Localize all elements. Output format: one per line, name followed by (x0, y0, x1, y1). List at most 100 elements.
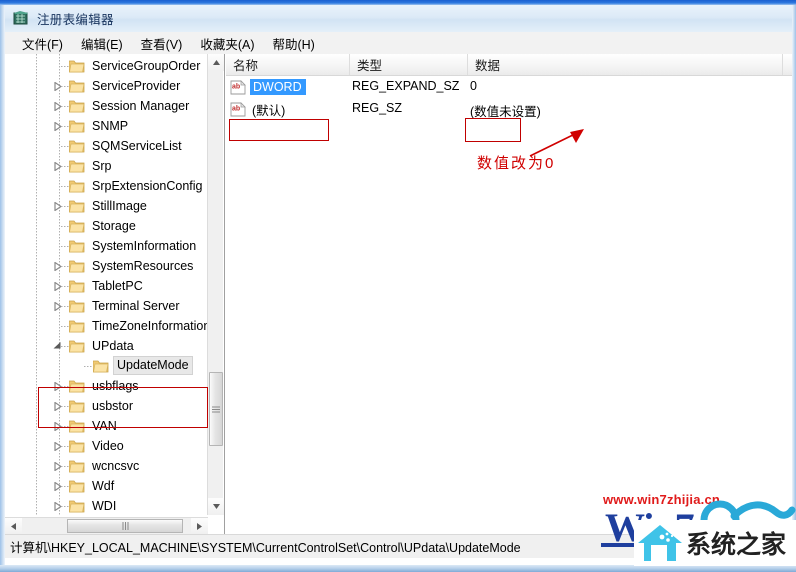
tree-item-stillimage[interactable]: StillImage (5, 196, 208, 216)
folder-icon (68, 279, 85, 293)
tree-item-label: Storage (92, 219, 136, 233)
tree-item-storage[interactable]: Storage (5, 216, 208, 236)
menu-item-view[interactable]: 查看(V) (132, 32, 192, 55)
registry-tree: ServiceGroupOrder ServiceProvider Session … (5, 54, 208, 515)
folder-icon (68, 459, 85, 473)
string-value-icon: ab (230, 101, 246, 117)
folder-icon (68, 79, 85, 93)
tree-item-label: TabletPC (92, 279, 143, 293)
tree-item-usbstor[interactable]: usbstor (5, 396, 208, 416)
vertical-scroll-thumb[interactable] (209, 372, 223, 446)
menu-item-file[interactable]: 文件(F) (13, 32, 72, 55)
tree-item-label: Terminal Server (92, 299, 180, 313)
window-bottom-border (0, 565, 796, 572)
scroll-grip-icon (122, 522, 128, 530)
house-logo-icon (638, 525, 682, 561)
value-type-text: REG_SZ (352, 101, 403, 115)
window-right-border (792, 5, 796, 565)
folder-icon (68, 119, 85, 133)
tree-item-session-manager[interactable]: Session Manager (5, 96, 208, 116)
tree-item-label: Srp (92, 159, 112, 173)
folder-icon (68, 379, 85, 393)
folder-icon (68, 339, 85, 353)
tree-item-label: UpdateMode (113, 356, 193, 375)
scroll-up-button[interactable] (208, 54, 224, 71)
menu-item-help[interactable]: 帮助(H) (263, 32, 323, 55)
folder-icon (68, 479, 85, 493)
folder-icon (68, 179, 85, 193)
string-value-icon: ab (230, 79, 246, 95)
tree-item-label: usbstor (92, 399, 133, 413)
tree-item-sqmservicelist[interactable]: SQMServiceList (5, 136, 208, 156)
folder-icon (68, 299, 85, 313)
tree-item-tabletpc[interactable]: TabletPC (5, 276, 208, 296)
folder-icon (68, 219, 85, 233)
tree-item-label: TimeZoneInformation (92, 319, 208, 333)
column-header-name[interactable]: 名称 (226, 54, 350, 75)
tree-item-timezoneinformation[interactable]: TimeZoneInformation (5, 316, 208, 336)
tree-item-updatemode[interactable]: UpdateMode (5, 356, 208, 376)
tree-item-snmp[interactable]: SNMP (5, 116, 208, 136)
tree-item-systemresources[interactable]: SystemResources (5, 256, 208, 276)
tree-item-label: ServiceGroupOrder (92, 59, 201, 73)
horizontal-scroll-thumb[interactable] (67, 519, 183, 533)
tree-item-terminal-server[interactable]: Terminal Server (5, 296, 208, 316)
value-name-cell[interactable]: ab DWORD (230, 78, 306, 96)
scroll-down-button[interactable] (208, 498, 224, 515)
tree-item-label: Wdf (92, 479, 115, 493)
tree-item-label: SystemInformation (92, 239, 197, 253)
scroll-left-button[interactable] (5, 518, 22, 534)
values-list-pane: 名称 类型 数据 ab DWORD REG_EXPAND_SZ 0 ab (默认) REG_… (226, 54, 792, 534)
tree-item-label: usbflags (92, 379, 139, 393)
column-header-filler (783, 54, 792, 75)
value-row[interactable]: ab DWORD REG_EXPAND_SZ 0 (226, 76, 792, 98)
folder-icon (68, 99, 85, 113)
tree-item-usbflags[interactable]: usbflags (5, 376, 208, 396)
folder-icon (92, 359, 109, 373)
watermark-logo: 系统之家 (634, 520, 796, 566)
tree-item-label: SQMServiceList (92, 139, 182, 153)
tree-item-servicegrouporder[interactable]: ServiceGroupOrder (5, 56, 208, 76)
tree-item-label: StillImage (92, 199, 147, 213)
value-name-cell[interactable]: ab (默认) (230, 100, 287, 118)
tree-item-wcncsvc[interactable]: wcncsvc (5, 456, 208, 476)
value-name-text: DWORD (250, 79, 306, 95)
svg-text:ab: ab (232, 105, 240, 112)
registry-tree-pane: ServiceGroupOrder ServiceProvider Session … (5, 54, 225, 534)
column-header-data[interactable]: 数据 (468, 54, 783, 75)
status-path-text: 计算机\HKEY_LOCAL_MACHINE\SYSTEM\CurrentCon… (10, 541, 521, 555)
tree-item-wdf[interactable]: Wdf (5, 476, 208, 496)
folder-icon (68, 319, 85, 333)
folder-icon (68, 139, 85, 153)
column-header-type[interactable]: 类型 (350, 54, 468, 75)
svg-text:ab: ab (232, 83, 240, 90)
tree-item-serviceprovider[interactable]: ServiceProvider (5, 76, 208, 96)
tree-item-wdi[interactable]: WDI (5, 496, 208, 515)
folder-icon (68, 499, 85, 513)
tree-item-van[interactable]: VAN (5, 416, 208, 436)
tree-item-video[interactable]: Video (5, 436, 208, 456)
value-row[interactable]: ab (默认) REG_SZ (数值未设置) (226, 98, 792, 120)
folder-icon (68, 439, 85, 453)
tree-item-systeminformation[interactable]: SystemInformation (5, 236, 208, 256)
value-name-annotation-box (229, 119, 329, 141)
tree-horizontal-scrollbar[interactable] (5, 517, 208, 534)
window-title: 注册表编辑器 (37, 13, 114, 27)
menu-item-favorites[interactable]: 收藏夹(A) (191, 32, 263, 55)
scroll-right-button[interactable] (191, 518, 208, 534)
tree-item-srp[interactable]: Srp (5, 156, 208, 176)
folder-icon (68, 239, 85, 253)
title-bar[interactable]: 注册表编辑器 (5, 5, 792, 32)
value-type-text: REG_EXPAND_SZ (352, 79, 460, 93)
tree-item-updata[interactable]: UPdata (5, 336, 208, 356)
tree-item-label: ServiceProvider (92, 79, 181, 93)
tree-item-srpextensionconfig[interactable]: SrpExtensionConfig (5, 176, 208, 196)
value-name-text: (默认) (252, 103, 286, 118)
tree-vertical-scrollbar[interactable] (207, 54, 224, 515)
folder-icon (68, 399, 85, 413)
folder-icon (68, 59, 85, 73)
tree-item-label: SystemResources (92, 259, 194, 273)
menu-item-edit[interactable]: 编辑(E) (72, 32, 132, 55)
folder-icon (68, 199, 85, 213)
value-data-annotation-box (465, 118, 521, 142)
